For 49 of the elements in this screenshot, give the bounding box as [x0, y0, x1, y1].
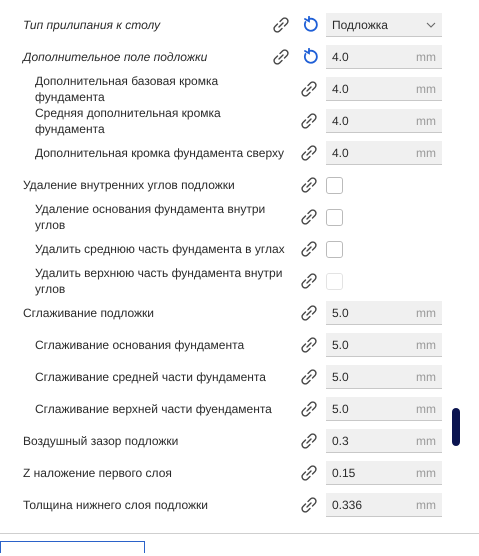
setting-label: Тип прилипания к столу — [22, 17, 162, 33]
setting-label: Толщина нижнего слоя подложки — [22, 497, 210, 513]
link-icon[interactable] — [300, 336, 318, 354]
link-icon[interactable] — [300, 272, 318, 290]
setting-label: Воздушный зазор подложки — [22, 433, 180, 449]
link-icon[interactable] — [300, 464, 318, 482]
input-field[interactable]: 0.3 mm — [326, 429, 442, 453]
link-icon[interactable] — [300, 80, 318, 98]
input-field[interactable]: 5.0 mm — [326, 397, 442, 421]
scrollbar-thumb[interactable] — [452, 408, 460, 446]
setting-label: Z наложение первого слоя — [22, 465, 173, 481]
input-field[interactable]: 4.0 mm — [326, 45, 442, 69]
link-icon[interactable] — [300, 304, 318, 322]
link-icon[interactable] — [300, 112, 318, 130]
setting-label: Сглаживание средней части фундамента — [34, 369, 267, 385]
setting-label: Дополнительная кромка фундамента сверху — [34, 145, 285, 161]
setting-label: Сглаживание основания фундамента — [34, 337, 246, 353]
setting-label: Сглаживание подложки — [22, 305, 156, 321]
input-field[interactable]: 5.0 mm — [326, 365, 442, 389]
link-icon[interactable] — [300, 496, 318, 514]
input-field[interactable]: 4.0 mm — [326, 141, 442, 165]
setting-label: Удалить среднюю часть фундамента в углах — [34, 241, 286, 257]
link-icon[interactable] — [300, 144, 318, 162]
checkbox[interactable] — [326, 208, 343, 226]
setting-label: Удаление внутренних углов подложки — [22, 177, 236, 193]
checkbox[interactable] — [326, 240, 343, 258]
link-icon[interactable] — [272, 48, 290, 66]
input-field[interactable]: 5.0 mm — [326, 333, 442, 357]
input-field[interactable]: 4.0 mm — [326, 77, 442, 101]
setting-label: Удаление основания фундамента внутри углов — [34, 201, 266, 233]
setting-label: Дополнительная базовая кромка фундамента — [34, 73, 220, 105]
setting-label: Удалить верхнюю часть фундамента внутри углов — [34, 265, 284, 297]
setting-label: Сглаживание верхней части фуендамента — [34, 401, 273, 417]
input-field[interactable]: 0.15 mm — [326, 461, 442, 485]
link-icon[interactable] — [300, 400, 318, 418]
link-icon[interactable] — [300, 240, 318, 258]
input-field[interactable]: 5.0 mm — [326, 301, 442, 325]
caret-icon — [426, 22, 436, 28]
link-icon[interactable] — [300, 176, 318, 194]
link-icon[interactable] — [300, 208, 318, 226]
link-icon[interactable] — [300, 368, 318, 386]
dropdown[interactable]: Подложка — [326, 13, 442, 37]
setting-label: Дополнительное поле подложки — [21, 49, 208, 65]
checkbox[interactable] — [326, 176, 343, 194]
input-field[interactable]: 0.336 mm — [326, 493, 442, 517]
setting-label: Средняя дополнительная кромка фундамента — [34, 105, 222, 137]
link-icon[interactable] — [300, 432, 318, 450]
input-field[interactable]: 4.0 mm — [326, 109, 442, 133]
link-icon[interactable] — [272, 16, 290, 34]
